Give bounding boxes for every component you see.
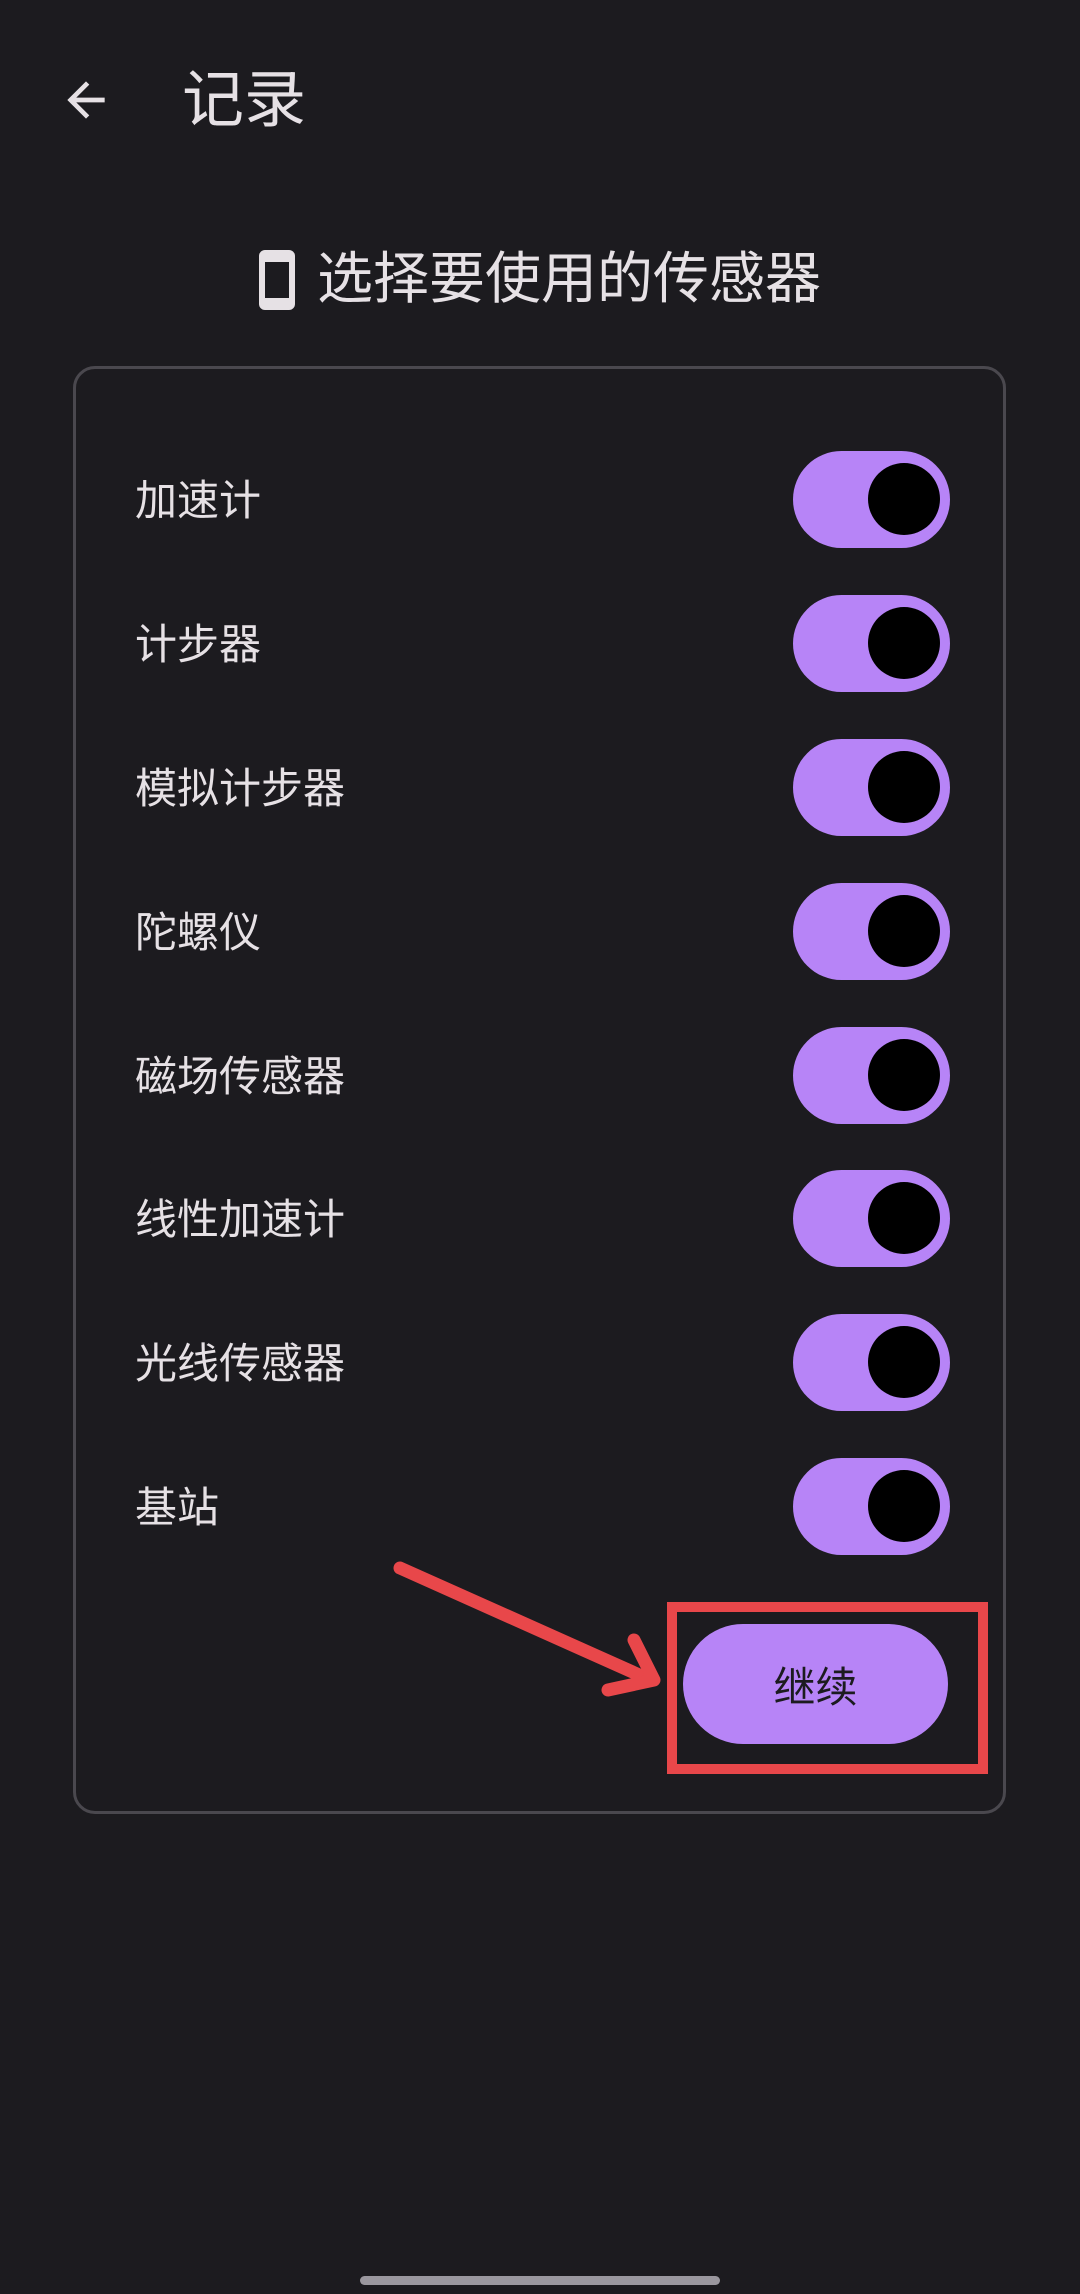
app-bar: 记录	[0, 0, 1080, 210]
sensor-label: 磁场传感器	[135, 1052, 346, 1101]
phone-icon	[259, 250, 295, 310]
linear-accelerometer-toggle[interactable]	[793, 1170, 950, 1267]
toggle-thumb	[868, 1182, 940, 1254]
accelerometer-toggle[interactable]	[793, 451, 950, 548]
back-button[interactable]	[48, 62, 124, 138]
base-station-toggle[interactable]	[793, 1458, 950, 1555]
pedometer-toggle[interactable]	[793, 595, 950, 692]
sensor-label: 陀螺仪	[135, 908, 262, 957]
toggle-thumb	[868, 751, 940, 823]
sensor-label: 线性加速计	[135, 1195, 346, 1244]
simulated-pedometer-toggle[interactable]	[793, 739, 950, 836]
sensor-label: 计步器	[135, 620, 262, 669]
sensor-label: 光线传感器	[135, 1339, 346, 1388]
section-header: 选择要使用的传感器	[0, 240, 1080, 320]
sensor-row-magnetic-field: 磁场传感器	[76, 1027, 1003, 1127]
toggle-thumb	[868, 1039, 940, 1111]
sensor-row-gyroscope: 陀螺仪	[76, 883, 1003, 983]
sensor-row-light-sensor: 光线传感器	[76, 1314, 1003, 1414]
sensor-row-simulated-pedometer: 模拟计步器	[76, 739, 1003, 839]
magnetic-field-toggle[interactable]	[793, 1027, 950, 1124]
section-title: 选择要使用的传感器	[317, 247, 821, 312]
home-indicator[interactable]	[360, 2276, 720, 2285]
gyroscope-toggle[interactable]	[793, 883, 950, 980]
page-title: 记录	[182, 63, 307, 136]
sensor-label: 加速计	[135, 476, 262, 525]
sensor-row-linear-accelerometer: 线性加速计	[76, 1170, 1003, 1270]
highlight-box	[667, 1602, 988, 1774]
sensor-card: 加速计 计步器 模拟计步器 陀螺仪 磁场传感器 线性加速计 光线传感器 基站	[73, 366, 1006, 1814]
sensor-row-accelerometer: 加速计	[76, 451, 1003, 551]
arrow-left-icon	[67, 81, 105, 119]
toggle-thumb	[868, 1470, 940, 1542]
light-sensor-toggle[interactable]	[793, 1314, 950, 1411]
sensor-row-pedometer: 计步器	[76, 595, 1003, 695]
sensor-label: 模拟计步器	[135, 764, 346, 813]
toggle-thumb	[868, 895, 940, 967]
sensor-row-base-station: 基站	[76, 1458, 1003, 1558]
toggle-thumb	[868, 1326, 940, 1398]
toggle-thumb	[868, 607, 940, 679]
toggle-thumb	[868, 463, 940, 535]
sensor-label: 基站	[135, 1483, 220, 1532]
